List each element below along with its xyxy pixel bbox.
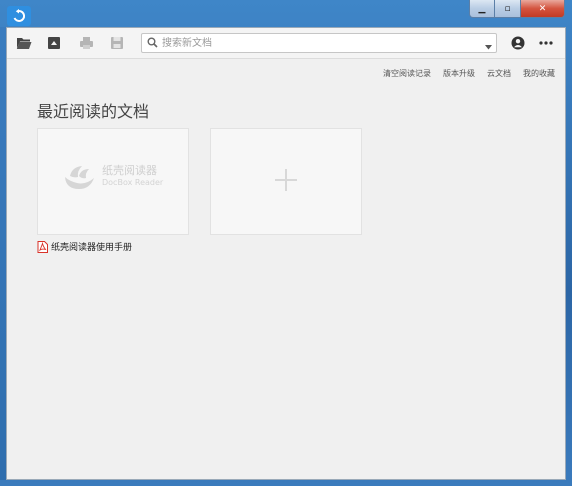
plus-icon [275,169,297,191]
top-links: 清空阅读记录 版本升级 云文档 我的收藏 [383,68,555,79]
pdf-icon [37,240,48,253]
folder-open-icon [16,38,32,49]
search-input[interactable] [162,36,472,50]
docbox-logo-icon [65,166,94,189]
thumbnail-subtitle: DocBox Reader [102,178,164,187]
add-document-card[interactable] [210,128,362,235]
title-bar[interactable]: ▁ ▫ ✕ [0,0,572,27]
upgrade-link[interactable]: 版本升级 [443,68,475,79]
favorites-link[interactable]: 我的收藏 [523,68,555,79]
window-controls: ▁ ▫ ✕ [469,0,565,18]
thumbnail-title: 纸壳阅读器 [102,164,157,177]
save-button[interactable] [45,34,63,52]
document-card[interactable]: 纸壳阅读器 DocBox Reader [37,128,189,235]
close-button[interactable]: ✕ [521,0,565,18]
print-icon [79,37,93,49]
minimize-button[interactable]: ▁ [469,0,495,18]
disk-button[interactable] [108,34,126,52]
print-button[interactable] [77,34,95,52]
refresh-icon [13,9,26,22]
account-icon [511,36,525,50]
disk-icon [111,37,123,49]
open-button[interactable] [15,34,33,52]
search-box [141,33,497,53]
toolbar [7,28,565,59]
more-icon [539,41,553,45]
document-name[interactable]: 纸壳阅读器使用手册 [51,240,132,253]
search-icon [147,37,158,51]
recent-documents-title: 最近阅读的文档 [37,102,150,121]
clear-history-link[interactable]: 清空阅读记录 [383,68,431,79]
app-icon[interactable] [7,6,31,26]
document-thumbnail: 纸壳阅读器 DocBox Reader [62,163,163,191]
document-item[interactable]: 纸壳阅读器使用手册 [37,240,132,253]
maximize-button[interactable]: ▫ [495,0,521,18]
main-window: 清空阅读记录 版本升级 云文档 我的收藏 最近阅读的文档 纸壳阅读器 DocBo… [6,27,566,480]
save-icon [48,37,60,49]
account-button[interactable] [509,34,527,52]
more-button[interactable] [537,34,555,52]
cloud-docs-link[interactable]: 云文档 [487,68,511,79]
chevron-down-icon[interactable] [485,40,492,53]
